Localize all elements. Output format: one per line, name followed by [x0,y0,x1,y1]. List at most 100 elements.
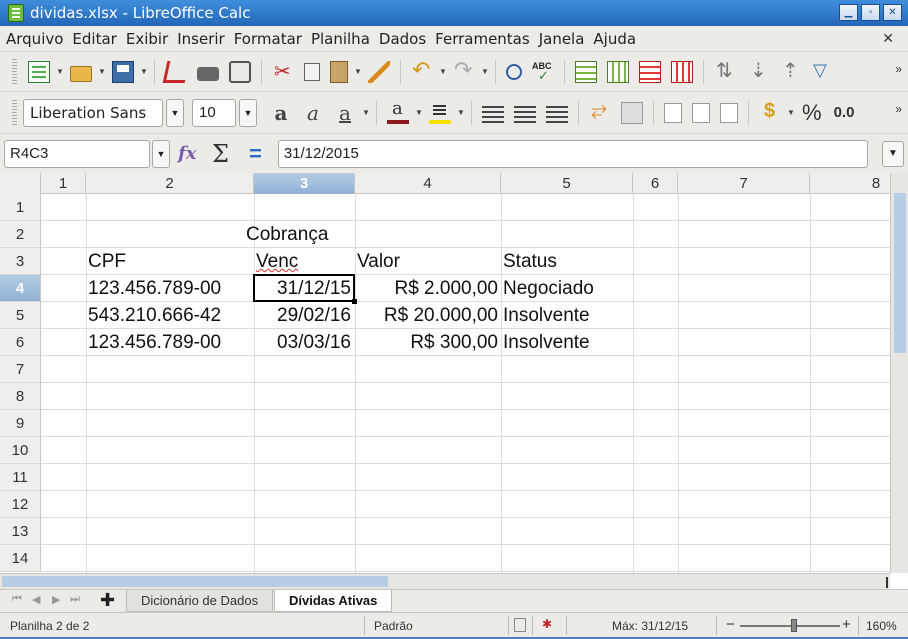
row-header[interactable]: 13 [0,518,41,545]
print-icon[interactable] [197,67,219,81]
column-header[interactable]: 1 [41,173,86,194]
zoom-slider[interactable] [740,625,840,627]
cell-header-valor[interactable]: Valor [354,248,403,275]
paste-icon[interactable] [330,60,348,83]
font-size-dropdown-icon[interactable]: ▼ [239,98,257,127]
function-wizard-icon[interactable]: fx [178,143,204,164]
font-name-field[interactable]: Liberation Sans [23,98,163,127]
insert-rows-icon[interactable] [575,60,597,83]
clone-formatting-icon[interactable] [368,60,390,83]
select-all-corner[interactable] [0,173,41,194]
menu-dados[interactable]: Dados [379,30,426,48]
cell-status[interactable]: Insolvente [500,329,593,356]
row-header[interactable]: 6 [0,329,41,356]
wrap-text-icon[interactable] [589,99,611,124]
cell-cpf[interactable]: 123.456.789-00 [85,275,224,302]
save-icon[interactable] [112,60,134,83]
menu-ferramentas[interactable]: Ferramentas [435,30,530,48]
cell-status[interactable]: Insolvente [500,302,593,329]
delete-columns-icon[interactable] [671,60,693,83]
sort-descending-icon[interactable] [746,58,768,83]
font-size-field[interactable]: 10 [192,98,236,127]
find-replace-icon[interactable] [506,63,522,80]
menu-editar[interactable]: Editar [72,30,116,48]
toolbar-overflow-icon[interactable]: » [895,62,902,76]
column-header[interactable]: 7 [678,173,810,194]
menu-ajuda[interactable]: Ajuda [593,30,636,48]
vertical-scrollbar[interactable] [890,173,908,573]
row-header[interactable]: 9 [0,410,41,437]
first-sheet-icon[interactable]: ⏮ [12,593,22,606]
save-dropdown-icon[interactable]: ▼ [140,67,148,76]
align-center-icon[interactable] [514,105,536,123]
export-pdf-icon[interactable] [162,60,190,83]
close-window-button[interactable]: ✕ [883,4,902,21]
zoom-in-icon[interactable]: + [842,616,851,633]
copy-icon[interactable] [304,62,320,81]
redo-dropdown-icon[interactable]: ▼ [481,67,489,76]
undo-dropdown-icon[interactable]: ▼ [439,67,447,76]
font-color-icon[interactable] [387,98,409,124]
column-header-selected[interactable]: 3 [254,173,355,194]
last-sheet-icon[interactable]: ⏭ [70,593,80,606]
menu-arquivo[interactable]: Arquivo [6,30,63,48]
currency-format-icon[interactable] [759,100,781,124]
split-handle[interactable] [886,577,888,588]
previous-sheet-icon[interactable]: ◀ [32,593,40,606]
cell-valor[interactable]: R$ 300,00 [355,329,501,356]
sheet-tab-dividas-ativas[interactable]: Dívidas Ativas [274,590,393,612]
row-header-selected[interactable]: 4 [0,275,41,302]
row-header[interactable]: 1 [0,194,41,221]
formula-icon[interactable]: = [249,141,262,167]
merge-cells-icon[interactable] [621,101,643,124]
align-right-icon[interactable] [546,105,568,123]
new-dropdown-icon[interactable]: ▼ [56,67,64,76]
menu-inserir[interactable]: Inserir [177,30,224,48]
cell-cpf[interactable]: 543.210.666-42 [85,302,224,329]
name-box-dropdown-icon[interactable]: ▼ [152,139,170,168]
sheet-tab-dicionario[interactable]: Dicionário de Dados [126,590,274,612]
sort-icon[interactable] [714,58,736,83]
spelling-icon[interactable] [532,61,554,84]
selection-mode-icon[interactable] [514,618,526,632]
undo-icon[interactable] [411,57,433,83]
underline-dropdown-icon[interactable]: ▼ [362,108,370,117]
next-sheet-icon[interactable]: ▶ [52,593,60,606]
redo-icon[interactable] [453,57,475,83]
horizontal-scrollbar[interactable] [0,573,890,589]
sort-ascending-icon[interactable] [778,58,800,83]
selection-summary[interactable]: Máx: 31/12/15 [612,619,688,633]
zoom-out-icon[interactable]: − [726,616,735,633]
menu-formatar[interactable]: Formatar [234,30,302,48]
column-header[interactable]: 6 [633,173,678,194]
add-sheet-icon[interactable]: ✚ [100,590,115,611]
cell-venc[interactable]: 03/03/16 [254,329,354,356]
column-header[interactable]: 4 [355,173,501,194]
formula-input[interactable]: 31/12/2015 [277,139,868,168]
cell-valor[interactable]: R$ 2.000,00 [355,275,501,302]
autofilter-icon[interactable] [810,60,832,83]
cell-header-status[interactable]: Status [500,248,560,275]
new-spreadsheet-icon[interactable] [28,60,50,83]
row-header[interactable]: 12 [0,491,41,518]
expand-formula-bar-icon[interactable]: ▼ [882,141,904,167]
row-header[interactable]: 3 [0,248,41,275]
column-header[interactable]: 5 [501,173,633,194]
name-box[interactable]: R4C3 [4,139,150,168]
row-header[interactable]: 7 [0,356,41,383]
row-header[interactable]: 5 [0,302,41,329]
row-header[interactable]: 8 [0,383,41,410]
cell-title[interactable]: Cobrança [243,221,331,248]
cell-header-venc[interactable]: Venc [253,248,301,275]
insert-columns-icon[interactable] [607,60,629,83]
percent-format-icon[interactable]: % [802,100,822,126]
toolbar-overflow-icon[interactable]: » [895,102,902,116]
minimize-button[interactable]: ▁ [839,4,858,21]
toolbar-grip[interactable] [12,99,17,126]
open-folder-icon[interactable] [70,65,92,82]
background-color-icon[interactable] [429,102,451,124]
column-header[interactable]: 2 [86,173,254,194]
bold-icon[interactable]: a [270,101,292,125]
row-header[interactable]: 14 [0,545,41,572]
align-middle-icon[interactable] [692,102,710,123]
